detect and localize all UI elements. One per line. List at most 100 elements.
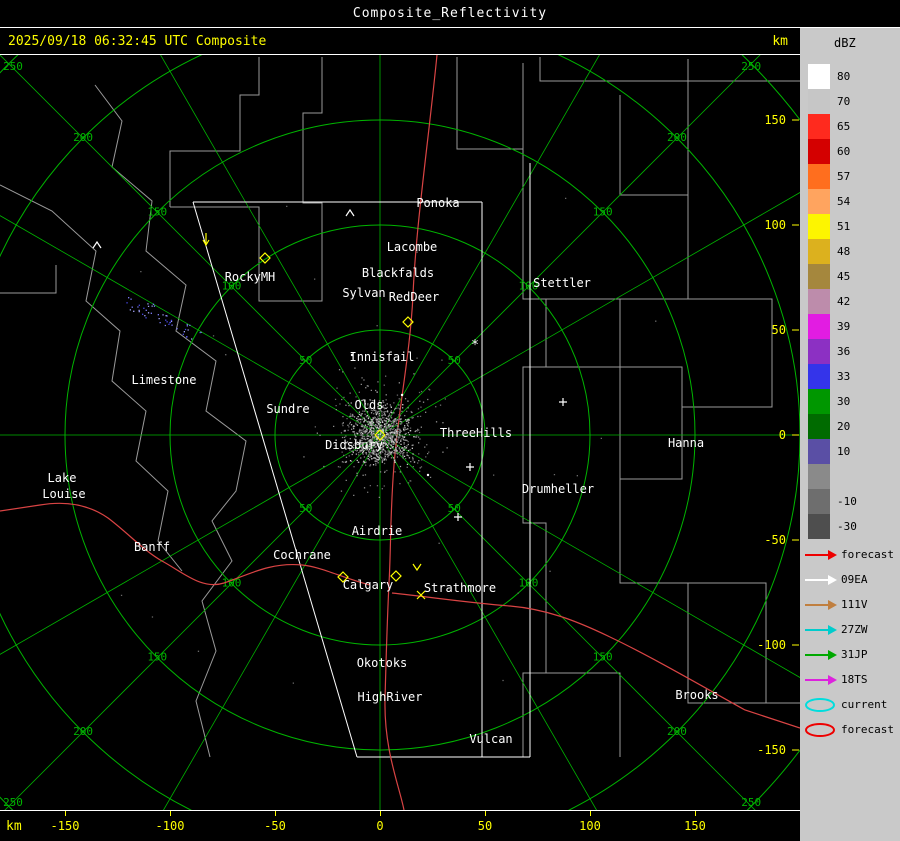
bottom-axis-label: 100 (579, 819, 601, 833)
place-label: Strathmore (424, 581, 496, 595)
colorbar-value: 30 (837, 395, 851, 408)
place-label: Louise (42, 487, 85, 501)
place-label: Cochrane (273, 548, 331, 562)
colorbar-swatch (808, 389, 830, 414)
highway-line (0, 502, 371, 586)
colorbar-swatch (808, 464, 830, 489)
ring-distance-label: 150 (593, 205, 613, 218)
place-label: Hanna (668, 436, 704, 450)
colorbar-swatch (808, 214, 830, 239)
legend-label: 27ZW (841, 623, 868, 636)
ring-distance-label: 100 (519, 576, 539, 589)
ring-distance-label: 250 (3, 60, 23, 73)
legend-item: 31JP (800, 642, 900, 667)
boundary-line (456, 57, 523, 150)
place-label: Olds (355, 398, 384, 412)
place-label: HighRiver (357, 690, 422, 704)
echo-speckles (128, 297, 191, 338)
legend-ellipse-icon (805, 697, 835, 712)
colorbar-swatch (808, 114, 830, 139)
bottom-axis-tick (275, 811, 276, 816)
radar-map[interactable]: 50 5050 50100 100100 100150 150150 150200 20020… (0, 0, 900, 841)
bottom-axis-tick (170, 811, 171, 816)
colorbar-value: 10 (837, 445, 851, 458)
chevron-marker-icon (412, 563, 422, 572)
ring-distance-label: 50 (299, 502, 312, 515)
place-label: Sundre (266, 402, 309, 416)
ring-distance-label: 250 (741, 796, 761, 809)
colorbar-swatch (808, 64, 830, 89)
colorbar-value: -30 (837, 520, 857, 533)
legend-label: 31JP (841, 648, 868, 661)
ring-distance-label: 250 (3, 796, 23, 809)
colorbar-row: 45 (800, 264, 900, 289)
boundary-line (169, 57, 260, 207)
colorbar-swatch (808, 164, 830, 189)
plus-marker-icon (466, 463, 474, 471)
right-axis-label: 50 (772, 323, 786, 337)
legend-label: forecast (841, 548, 894, 561)
ring-distance-label: 150 (147, 651, 167, 664)
colorbar-swatch (808, 89, 830, 114)
ring-distance-label: 200 (73, 725, 93, 738)
horizontal-axis-unit-label: km (6, 819, 22, 834)
colorbar-row: -30 (800, 514, 900, 539)
place-label: Sylvan (342, 286, 385, 300)
boundary-line (546, 366, 683, 480)
place-label: Banff (134, 540, 170, 554)
ring-distance-label: 200 (667, 131, 687, 144)
radial-spoke (145, 434, 381, 841)
place-label: ThreeHills (440, 426, 512, 440)
ring-distance-label: 50 (299, 354, 312, 367)
colorbar-row: 36 (800, 339, 900, 364)
colorbar-row: 57 (800, 164, 900, 189)
right-axis-label: 150 (764, 113, 786, 127)
colorbar-value: 54 (837, 195, 851, 208)
ring-distance-label: 200 (73, 131, 93, 144)
colorbar-row: 20 (800, 414, 900, 439)
boundary-line (619, 95, 689, 479)
colorbar-swatch (808, 414, 830, 439)
boundary-line (170, 57, 323, 302)
colorbar-swatch (808, 314, 830, 339)
legend-item: 27ZW (800, 617, 900, 642)
legend-label: current (841, 698, 888, 711)
colorbar-value: 33 (837, 370, 851, 383)
colorbar-value: 36 (837, 345, 851, 358)
colorbar-value: 65 (837, 120, 851, 133)
caret-marker-icon (345, 208, 355, 217)
colorbar-row: 80 (800, 64, 900, 89)
colorbar-row: 60 (800, 139, 900, 164)
radial-spoke (128, 0, 381, 436)
storm-track-legend: forecast 09EA 111V 27ZW 31JP 18TS current forec… (800, 542, 900, 742)
radial-spoke (0, 215, 381, 436)
colorbar-value: 48 (837, 245, 851, 258)
colorbar-row: 70 (800, 89, 900, 114)
colorbar-swatch (808, 239, 830, 264)
place-label: Ponoka (416, 196, 459, 210)
colorbar-swatch (808, 189, 830, 214)
colorbar-swatch (808, 489, 830, 514)
colorbar-row: 42 (800, 289, 900, 314)
colorbar-value: 45 (837, 270, 851, 283)
place-label: Calgary (343, 578, 394, 592)
bottom-axis-label: 50 (477, 819, 493, 833)
bottom-axis-tick (485, 811, 486, 816)
colorbar-row: 10 (800, 439, 900, 464)
colorbar: 80 70 65 60 57 54 51 48 45 42 39 36 33 30 20 10 -10 -30 (800, 64, 900, 539)
echo-speckles (129, 303, 202, 340)
colorbar-value: 20 (837, 420, 851, 433)
legend-arrow-icon (805, 574, 837, 585)
boundary-line (682, 298, 773, 408)
radial-spoke (379, 10, 805, 436)
legend-ellipse-icon (805, 722, 835, 737)
echo-bright-dot (400, 393, 404, 397)
legend-label: 18TS (841, 673, 868, 686)
ring-distance-label: 150 (147, 205, 167, 218)
colorbar-swatch (808, 364, 830, 389)
colorbar-row: 33 (800, 364, 900, 389)
colorbar-title: dBZ (834, 36, 856, 50)
timestamp-label: 2025/09/18 06:32:45 UTC Composite (8, 34, 267, 49)
colorbar-swatch (808, 264, 830, 289)
boundary-line (522, 149, 547, 757)
